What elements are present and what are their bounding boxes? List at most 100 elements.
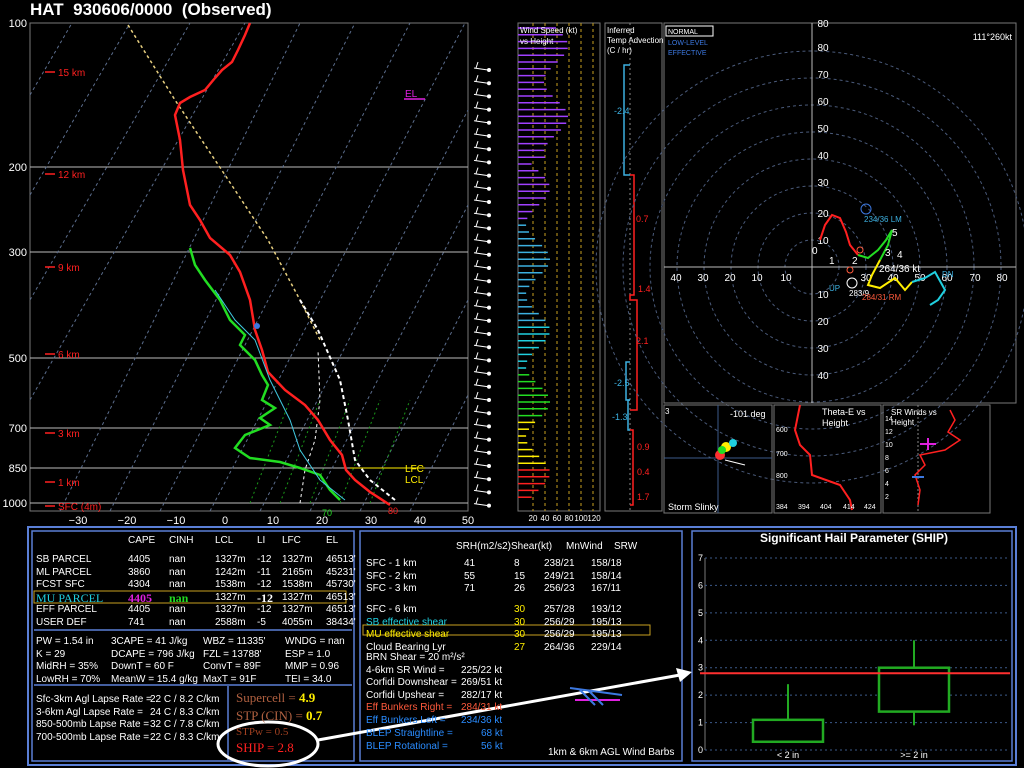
wind-barb [473,410,489,414]
parcel-cape: 4405 [128,554,151,565]
wind-barb-dot [487,94,491,99]
advection-bar [623,64,630,176]
shear-srw: 158/14 [591,570,622,582]
storm-motion-row: Eff Bunkers Right = 284/31 kt [366,702,566,715]
index: MidRH = 35% [36,661,98,672]
ship-y-tick: 0 [698,745,703,755]
col-header: LFC [282,535,301,546]
parcel-row[interactable]: EFF PARCEL 4405 nan 1327m -12 1327m 46513' [36,604,356,617]
shear-row[interactable]: SFC - 1 km 41 8 238/21 158/18 [366,558,676,571]
wind-barb-flag [475,259,479,267]
wind-barb-dot [487,345,491,350]
hodo-legend-effective[interactable]: EFFECTIVE [668,50,707,57]
blep-row: BLEP Straightline = 68 kt [366,728,566,741]
sr-winds-tick: 12 [885,429,893,436]
sr-winds-tick: 8 [885,455,889,462]
pressure-label-500: 500 [9,353,27,365]
ship-x-label: < 2 in [777,750,799,760]
wind-tick: 60 [553,514,562,523]
parcel-row[interactable]: FCST SFC 4304 nan 1538m -12 1538m 45730' [36,579,356,592]
motion-label: Corfidi Downshear = [366,677,457,688]
hodo-pt-label: 4 [897,250,903,261]
sr-winds-tick: 2 [885,494,889,501]
wind-barb-flag [475,61,479,69]
storm-motion-row: Eff Bunkers Left = 234/36 kt [366,715,566,728]
motion-value: 269/51 kt [461,677,503,688]
hodo-ring-label: 60 [817,97,829,108]
index: DCAPE = 796 J/kg [111,648,195,660]
parcel-row[interactable]: USER DEF 741 nan 2588m -5 4055m 38434' [36,616,356,630]
motion-value: 284/31 kt [461,702,503,713]
index: K = 29 [36,648,66,660]
wind-barb-dot [487,318,491,323]
advection-value: -1.3 [612,412,628,422]
shear-name: SFC - 3 km [366,583,417,594]
parcel-row[interactable]: ML PARCEL 3860 nan 1242m -11 2165m 45231' [36,567,356,580]
shear-mn: 256/29 [544,616,575,628]
lapse-labels: Sfc-3km Agl Lapse Rate = 3-6km Agl Lapse… [36,694,152,744]
wind-barb-flag [475,114,479,121]
theta-e-panel: Theta-E vs Height 600 700 800 384 394 40… [773,404,882,514]
shear-mn: 249/21 [544,570,575,582]
parcel-row[interactable]: MU PARCEL 4405 nan 1327m -12 1327m 46513' [36,591,356,605]
parcel-row[interactable]: SB PARCEL 4405 nan 1327m -12 1327m 46513' [36,554,356,567]
wind-barb-flag [475,418,479,425]
wind-barb [473,357,489,361]
wind-barb [473,384,489,388]
downdraft-trace [299,349,321,504]
shear-row[interactable]: SFC - 2 km 55 15 249/21 158/14 [366,571,676,584]
motion-label: Corfidi Upshear = [366,689,445,701]
hodo-x-label: 40 [670,273,682,284]
brn-shear-text: BRN Shear = 20 m²/s² [366,652,465,663]
shear-shear: 8 [514,558,520,569]
isotherm [59,22,301,512]
wind-barb-flag [475,299,479,306]
slinky-angle: -101 deg [730,409,766,419]
pressure-label-1000: 1000 [3,498,27,510]
hodograph-panel: NORMAL LOW-LEVEL EFFECTIVE 111°260kt 80 … [595,19,1024,484]
motion-label: Eff Bunkers Left = [366,714,446,726]
hodo-legend-normal[interactable]: NORMAL [668,29,698,36]
height-label-15km: 15 km [58,68,85,79]
lapse-values: 22 C / 8.2 C/km 24 C / 8.3 C/km 32 C / 7… [150,694,219,744]
shear-row[interactable]: SB effective shear 30 256/29 195/13 [366,617,676,630]
hodo-annot-lm: 234/36 LM [864,215,902,224]
hodo-trace-red [819,213,859,256]
ship-y-tick: 6 [698,580,703,590]
wind-barb-dot [487,226,491,231]
wind-barb-flag [475,484,479,491]
isotherm [29,22,73,96]
wind-barb-flag [475,471,479,478]
shear-row[interactable]: SFC - 6 km 30 257/28 193/12 [366,604,676,617]
indices-col3: WBZ = 11335' FZL = 13788' ConvT = 89F Ma… [203,636,266,686]
shear-srw: 167/11 [591,583,621,594]
val-80: 80 [388,506,398,516]
hodo-legend-lowlevel[interactable]: LOW-LEVEL [668,40,708,47]
wind-barb [473,93,489,97]
wind-barb-flag [475,444,479,451]
height-label-6km: 6 km [58,350,80,361]
storm-motion-row: Corfidi Upshear = 282/17 kt [366,690,566,703]
parcel-lfc: 1327m [282,554,313,565]
wind-barb-flag [475,312,479,319]
wind-barb-dot [487,120,491,125]
shear-row[interactable]: MU effective shear 30 256/29 195/13 [366,629,676,642]
wind-barb-flag [475,141,479,148]
sr-winds-subtitle: Height [891,418,915,427]
parcel-table: CAPE CINH LCL LI LFC EL [36,535,348,548]
isotherm [409,394,469,512]
isotherm [259,109,469,512]
wind-barb [473,133,489,137]
wind-barb-flag [475,220,479,227]
shear-srh: 55 [464,570,476,582]
lapse-value: 22 C / 8.3 C/km [150,731,220,743]
shear-row[interactable]: SFC - 3 km 71 26 256/23 167/11 [366,583,676,596]
parcel-el: 45231' [326,566,356,578]
parcel-cape: 741 [128,616,145,628]
wind-barb-dot [487,437,491,442]
pressure-label-100: 100 [9,18,27,30]
stpw-value: 0.5 [274,726,289,738]
wind-barb [473,186,489,190]
ship-box [751,718,825,744]
isotherms [29,22,469,512]
